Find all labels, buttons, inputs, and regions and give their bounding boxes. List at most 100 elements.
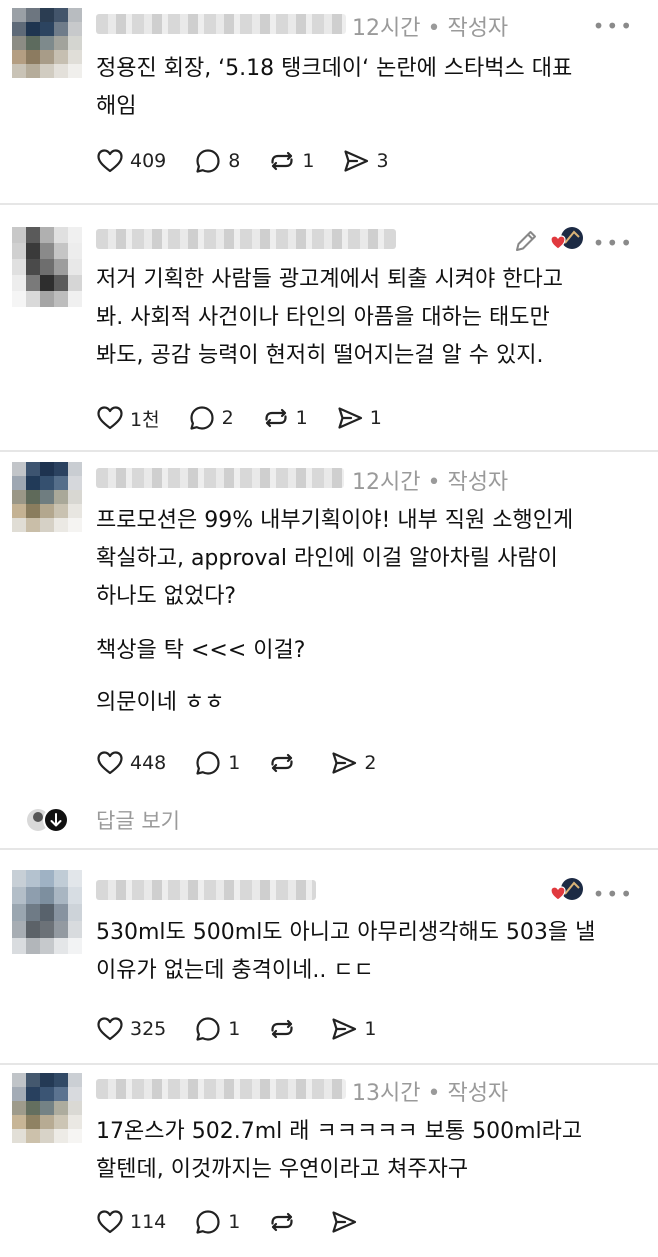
like-count: 1천: [130, 408, 160, 431]
more-dots-icon[interactable]: •••: [593, 882, 634, 906]
action-bar: 114 1: [96, 1205, 392, 1239]
send-icon: [330, 1015, 358, 1043]
post-3: 12시간 • 작성자 프로모션은 99% 내부기획이야! 내부 직원 소행인게 …: [0, 452, 658, 848]
reply-avatars: [27, 807, 69, 833]
username-blurred[interactable]: [96, 468, 344, 488]
text-line: 봐. 사회적 사건이나 타인의 아픔을 대하는 태도만: [96, 305, 550, 330]
avatar[interactable]: [12, 8, 82, 78]
share-button[interactable]: 2: [330, 746, 376, 780]
action-bar: 448 1 2: [96, 746, 404, 780]
heart-icon: [96, 1015, 124, 1043]
author-liked-badge: [550, 225, 586, 253]
text-line: 17온스가 502.7ml 래 ㅋㅋㅋㅋㅋ 보통 500ml라고: [96, 1119, 583, 1144]
post-text: 530ml도 500ml도 아니고 아무리생각해도 503을 낼 이유가 없는데…: [96, 914, 628, 990]
author-tag: • 작성자: [427, 470, 509, 495]
view-replies-button[interactable]: 답글 보기: [26, 802, 180, 838]
comment-bubble-icon: [194, 1208, 222, 1236]
repost-icon: [268, 749, 296, 777]
like-button[interactable]: 1천: [96, 401, 160, 435]
repost-icon: [268, 147, 296, 175]
comment-button[interactable]: 8: [194, 144, 240, 178]
timestamp: 12시간: [352, 16, 421, 41]
like-button[interactable]: 409: [96, 144, 166, 178]
username-blurred[interactable]: [96, 229, 396, 249]
post-meta: 12시간 • 작성자: [352, 10, 508, 42]
share-count: 1: [364, 1018, 377, 1040]
text-line: 프로모션은 99% 내부기획이야! 내부 직원 소행인게: [96, 508, 574, 533]
share-button[interactable]: 1: [330, 1012, 376, 1046]
like-count: 114: [130, 1211, 167, 1233]
post-text-paragraph: 책상을 탁 <<< 이걸?: [96, 638, 306, 663]
comment-count: 1: [228, 1018, 241, 1040]
repost-button[interactable]: 1: [268, 144, 314, 178]
action-bar: 325 1 1: [96, 1012, 404, 1046]
text-line: 이유가 없는데 충격이네.. ㄷㄷ: [96, 958, 374, 983]
repost-button[interactable]: [268, 1012, 302, 1046]
username-blurred[interactable]: [96, 14, 346, 34]
share-button[interactable]: 3: [342, 144, 389, 178]
like-count: 409: [130, 150, 167, 172]
send-icon: [336, 404, 364, 432]
post-text: 정용진 회장, ‘5.18 탱크데이‘ 논란에 스타벅스 대표 해임: [96, 50, 628, 126]
post-meta: 13시간 • 작성자: [352, 1075, 508, 1107]
repost-button[interactable]: [268, 746, 302, 780]
like-count: 325: [130, 1018, 167, 1040]
heart-icon: [96, 1208, 124, 1236]
post-text-paragraph: 의문이네 ㅎㅎ: [96, 690, 225, 715]
author-tag: • 작성자: [427, 1081, 509, 1106]
heart-icon: [96, 749, 124, 777]
like-button[interactable]: 448: [96, 746, 166, 780]
avatar[interactable]: [12, 1073, 82, 1143]
comment-count: 1: [228, 1211, 241, 1233]
repost-count: 1: [295, 407, 308, 429]
text-line: 하나도 없었다?: [96, 584, 237, 609]
post-meta: 12시간 • 작성자: [352, 464, 508, 496]
share-count: 1: [369, 407, 382, 429]
post-5: 13시간 • 작성자 17온스가 502.7ml 래 ㅋㅋㅋㅋㅋ 보통 500m…: [0, 1065, 658, 1257]
pencil-icon[interactable]: [512, 227, 540, 255]
share-count: 3: [376, 150, 389, 172]
comment-button[interactable]: 1: [194, 1012, 240, 1046]
avatar[interactable]: [12, 227, 82, 307]
send-icon: [330, 749, 358, 777]
comment-bubble-icon: [188, 404, 216, 432]
post-text: 17온스가 502.7ml 래 ㅋㅋㅋㅋㅋ 보통 500ml라고 할텐데, 이것…: [96, 1113, 628, 1189]
text-line: 정용진 회장, ‘5.18 탱크데이‘ 논란에 스타벅스 대표: [96, 56, 573, 81]
like-button[interactable]: 114: [96, 1205, 166, 1239]
text-line: 저거 기획한 사람들 광고계에서 퇴출 시켜야 한다고: [96, 267, 564, 292]
comment-button[interactable]: 1: [194, 746, 240, 780]
more-dots-icon[interactable]: •••: [593, 231, 634, 255]
comment-button[interactable]: 2: [188, 401, 234, 435]
avatar[interactable]: [12, 462, 82, 532]
repost-button[interactable]: 1: [262, 401, 308, 435]
repost-icon: [268, 1208, 296, 1236]
text-line: 해임: [96, 94, 137, 119]
post-1: 12시간 • 작성자 ••• 정용진 회장, ‘5.18 탱크데이‘ 논란에 스…: [0, 0, 658, 200]
heart-icon: [96, 147, 124, 175]
repost-count: 1: [302, 150, 315, 172]
username-blurred[interactable]: [96, 880, 316, 900]
post-text: 저거 기획한 사람들 광고계에서 퇴출 시켜야 한다고 봐. 사회적 사건이나 …: [96, 261, 628, 375]
share-count: 2: [364, 752, 377, 774]
heart-icon: [96, 404, 124, 432]
text-line: 할텐데, 이것까지는 우연이라고 쳐주자구: [96, 1157, 469, 1182]
comment-bubble-icon: [194, 1015, 222, 1043]
timestamp: 12시간: [352, 470, 421, 495]
view-replies-label: 답글 보기: [96, 809, 180, 833]
text-line: 봐도, 공감 능력이 현저히 떨어지는걸 알 수 있지.: [96, 343, 544, 368]
avatar[interactable]: [12, 870, 82, 954]
repost-icon: [268, 1015, 296, 1043]
comment-count: 1: [228, 752, 241, 774]
send-icon: [342, 147, 370, 175]
more-dots-icon[interactable]: •••: [593, 14, 634, 38]
repost-button[interactable]: [268, 1205, 302, 1239]
username-blurred[interactable]: [96, 1079, 346, 1099]
comment-button[interactable]: 1: [194, 1205, 240, 1239]
post-4: ••• 530ml도 500ml도 아니고 아무리생각해도 503을 낼 이유가…: [0, 850, 658, 1060]
comment-count: 8: [228, 150, 241, 172]
text-line: 530ml도 500ml도 아니고 아무리생각해도 503을 낼: [96, 920, 596, 945]
share-button[interactable]: [330, 1205, 364, 1239]
comment-count: 2: [221, 407, 234, 429]
like-button[interactable]: 325: [96, 1012, 166, 1046]
share-button[interactable]: 1: [336, 401, 382, 435]
